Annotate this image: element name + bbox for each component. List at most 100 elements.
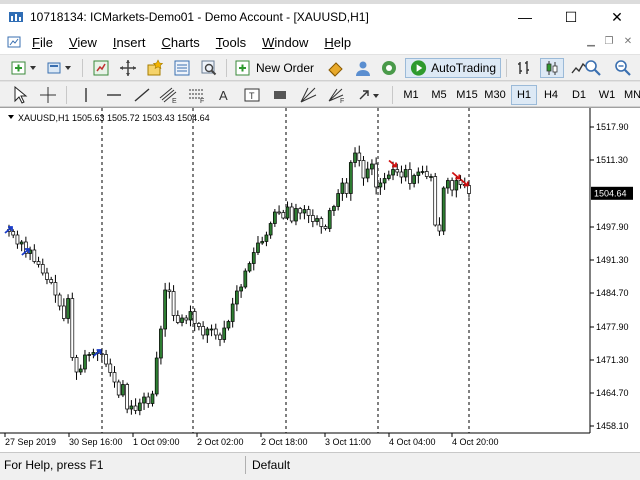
terminal-button[interactable] [171,58,193,78]
timeframe-h1[interactable]: H1 [511,85,537,105]
text-tool-button[interactable]: A [214,85,234,105]
current-price-label: 1504.64 [594,188,627,198]
profiles-button[interactable] [46,58,76,78]
autotrading-button[interactable]: AutoTrading [405,58,501,78]
text-label-icon: T [244,88,260,102]
time-axis-label: 1 Oct 09:00 [133,437,180,447]
channel-icon: E [159,87,177,104]
menu-file[interactable]: File [24,35,61,50]
rectangle-icon [274,91,286,99]
bar-chart-button[interactable] [513,58,535,78]
minimize-button[interactable]: — [502,4,548,30]
strategy-tester-button[interactable] [198,58,220,78]
market-watch-button[interactable] [90,58,112,78]
candle [154,351,159,397]
bar-chart-icon [518,61,529,74]
rectangle-button[interactable] [270,85,290,105]
new-order-icon [235,60,250,76]
arrows-dropdown-button[interactable] [356,85,384,105]
price-tick-label: 1511.30 [596,155,628,165]
mdi-close-icon[interactable]: ✕ [620,34,636,48]
title-bar[interactable]: 10718134: ICMarkets-Demo01 - Demo Accoun… [0,4,640,30]
cursor-arrow-icon [14,86,28,104]
svg-text:F: F [200,98,204,104]
candlestick-chart-button[interactable] [540,58,564,78]
trendline-button[interactable] [132,85,152,105]
metaeditor-button[interactable] [325,58,347,78]
time-axis-label: 2 Oct 18:00 [261,437,308,447]
price-tick-label: 1484.70 [596,288,629,298]
timeframe-m1[interactable]: M1 [398,85,424,105]
vps-signal-icon [382,61,396,75]
zoom-in-icon [585,60,601,76]
chart-window[interactable]: 1517.90 1511.30 1497.90 1491.30 1484.70 1477.… [0,107,640,452]
price-chart[interactable]: 1517.90 1511.30 1497.90 1491.30 1484.70 1477.… [0,108,640,453]
vps-button[interactable] [378,58,400,78]
market-watch-icon [93,60,109,76]
price-tick-label: 1517.90 [596,122,629,132]
timeframe-mn[interactable]: MN [620,85,640,105]
zoom-out-button[interactable] [612,58,634,78]
new-chart-button[interactable] [10,58,40,78]
candle [243,268,248,289]
timeframe-h4[interactable]: H4 [538,85,564,105]
timeframe-d1[interactable]: D1 [566,85,592,105]
crosshair-tool-button[interactable] [38,85,58,105]
timeframe-w1[interactable]: W1 [594,85,620,105]
status-bar: For Help, press F1 Default [0,452,640,476]
fibonacci-icon: F [189,89,204,104]
signals-button[interactable] [352,58,374,78]
maximize-button[interactable]: ☐ [548,4,594,30]
menu-view[interactable]: View [61,35,105,50]
time-axis-label: 4 Oct 04:00 [389,437,436,447]
fibo-fan-button[interactable]: F [326,85,348,105]
timeframe-m30[interactable]: M30 [481,85,509,105]
crosshair-move-icon [120,60,136,76]
menu-tools[interactable]: Tools [208,35,254,50]
arrows-dropdown-icon [359,90,379,100]
candle [116,379,121,398]
close-button[interactable]: ✕ [594,4,640,30]
menu-window[interactable]: Window [254,35,316,50]
close-icon: ✕ [611,8,623,25]
minimize-icon: — [518,9,532,25]
horizontal-line-button[interactable] [104,85,124,105]
new-chart-icon [11,61,36,75]
text-a-icon: A [219,88,228,103]
menu-charts[interactable]: Charts [153,35,207,50]
terminal-icon [174,60,190,76]
menu-help[interactable]: Help [316,35,359,50]
new-order-button[interactable]: New Order [234,58,320,78]
timeframe-m15[interactable]: M15 [453,85,481,105]
cursor-tool-button[interactable] [10,85,30,105]
price-tick-label: 1477.90 [596,322,629,332]
text-label-button[interactable]: T [242,85,262,105]
chart-header-text: XAUUSD,H1 1505.63 1505.72 1503.43 1504.6… [18,113,210,123]
current-price-box: 1504.64 [591,186,633,200]
time-axis-label: 30 Sep 16:00 [69,437,123,447]
zoom-in-button[interactable] [582,58,604,78]
menu-insert[interactable]: Insert [105,35,154,50]
candle [327,207,332,232]
chart-window-icon[interactable] [6,34,22,50]
price-tick-label: 1458.10 [596,421,629,431]
metatrader-app-icon [9,12,23,22]
mdi-minimize-icon[interactable]: ▁ [583,34,599,48]
new-order-label: New Order [256,61,315,75]
fibonacci-button[interactable]: F [186,85,208,105]
svg-text:E: E [172,98,177,104]
vertical-line-button[interactable] [76,85,96,105]
gann-button[interactable] [298,85,320,105]
data-window-button[interactable] [117,58,139,78]
price-tick-label: 1491.30 [596,255,629,265]
window-title: 10718134: ICMarkets-Demo01 - Demo Accoun… [30,10,369,24]
line-studies-toolbar: E F A T F M1 M5 M15 M30 H1 H4 D1 W1 MN [0,81,640,107]
autotrading-icon [410,60,427,76]
metaeditor-icon [328,62,343,77]
time-axis-label: 4 Oct 20:00 [452,437,499,447]
timeframe-m5[interactable]: M5 [426,85,452,105]
mdi-restore-icon[interactable]: ❐ [601,34,617,48]
navigator-button[interactable] [144,58,166,78]
horizontal-line-icon [107,94,121,96]
equidistant-channel-button[interactable]: E [158,85,180,105]
